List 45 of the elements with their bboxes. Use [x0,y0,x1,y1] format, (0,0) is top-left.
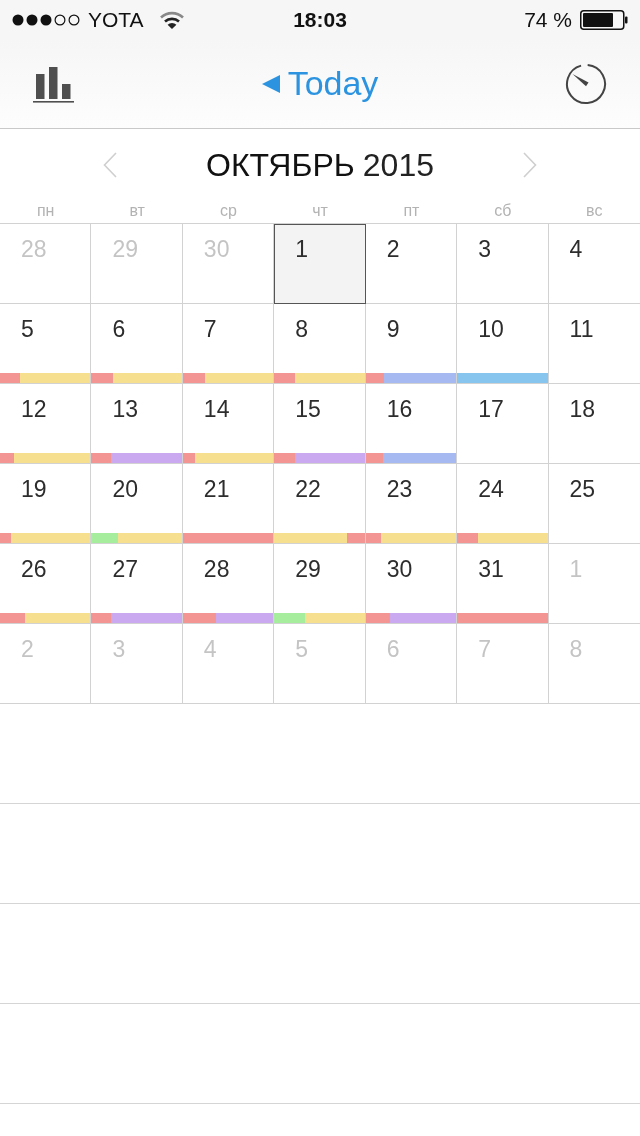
carrier-name: YOTA [88,7,144,34]
calendar-day[interactable]: 22 [274,464,366,544]
battery-icon [580,10,628,30]
year-number: 2015 [362,149,434,181]
weekday-label: чт [311,201,329,221]
calendar-day[interactable]: 20 [91,464,183,544]
wifi-icon [159,11,184,29]
weekday-label: вт [128,201,146,221]
calendar-day[interactable]: 13 [91,384,183,464]
calendar-day[interactable]: 23 [365,464,458,544]
calendar-day[interactable]: 24 [457,464,549,544]
calendar-day[interactable]: 31 [457,544,549,624]
weekday-label: сб [493,201,513,221]
calendar-day[interactable]: 14 [182,384,275,464]
calendar-day[interactable]: 9 [365,304,458,384]
calendar-day[interactable]: 27 [91,544,183,624]
calendar-day[interactable]: 30 [365,544,458,624]
calendar-day[interactable]: 19 [0,464,92,544]
calendar-day[interactable]: 12 [0,384,92,464]
calendar-day[interactable]: 29 [274,544,366,624]
calendar-day[interactable]: 16 [365,384,458,464]
month-name: ОКТЯБРЬ [206,149,355,181]
calendar-day[interactable]: 15 [274,384,366,464]
calendar-day[interactable]: 7 [182,304,275,384]
calendar-day[interactable]: 21 [182,464,275,544]
weekday-label: ср [219,201,238,221]
calendar-day[interactable]: 28 [182,544,275,624]
weekday-label: пт [402,201,421,221]
stopwatch-icon[interactable] [565,63,607,105]
calendar-day[interactable]: 2 [365,224,458,304]
calendar-day[interactable]: 10 [457,304,549,384]
weekday-label: вс [585,201,604,221]
weekday-label: пн [35,201,56,221]
calendar-day[interactable]: 8 [274,304,366,384]
caret-icon [261,75,280,93]
battery-percent: 74 % [524,7,572,34]
status-time: 18:03 [293,7,347,34]
calendar-day[interactable]: 1 [274,224,366,304]
calendar-day[interactable]: 5 [0,304,92,384]
signal-dots-icon [12,14,80,26]
bar-chart-icon[interactable] [33,65,74,103]
calendar-day[interactable]: 26 [0,544,92,624]
calendar-day[interactable]: 3 [457,224,549,304]
calendar-day[interactable]: 17 [457,384,549,464]
calendar-day[interactable]: 6 [91,304,183,384]
